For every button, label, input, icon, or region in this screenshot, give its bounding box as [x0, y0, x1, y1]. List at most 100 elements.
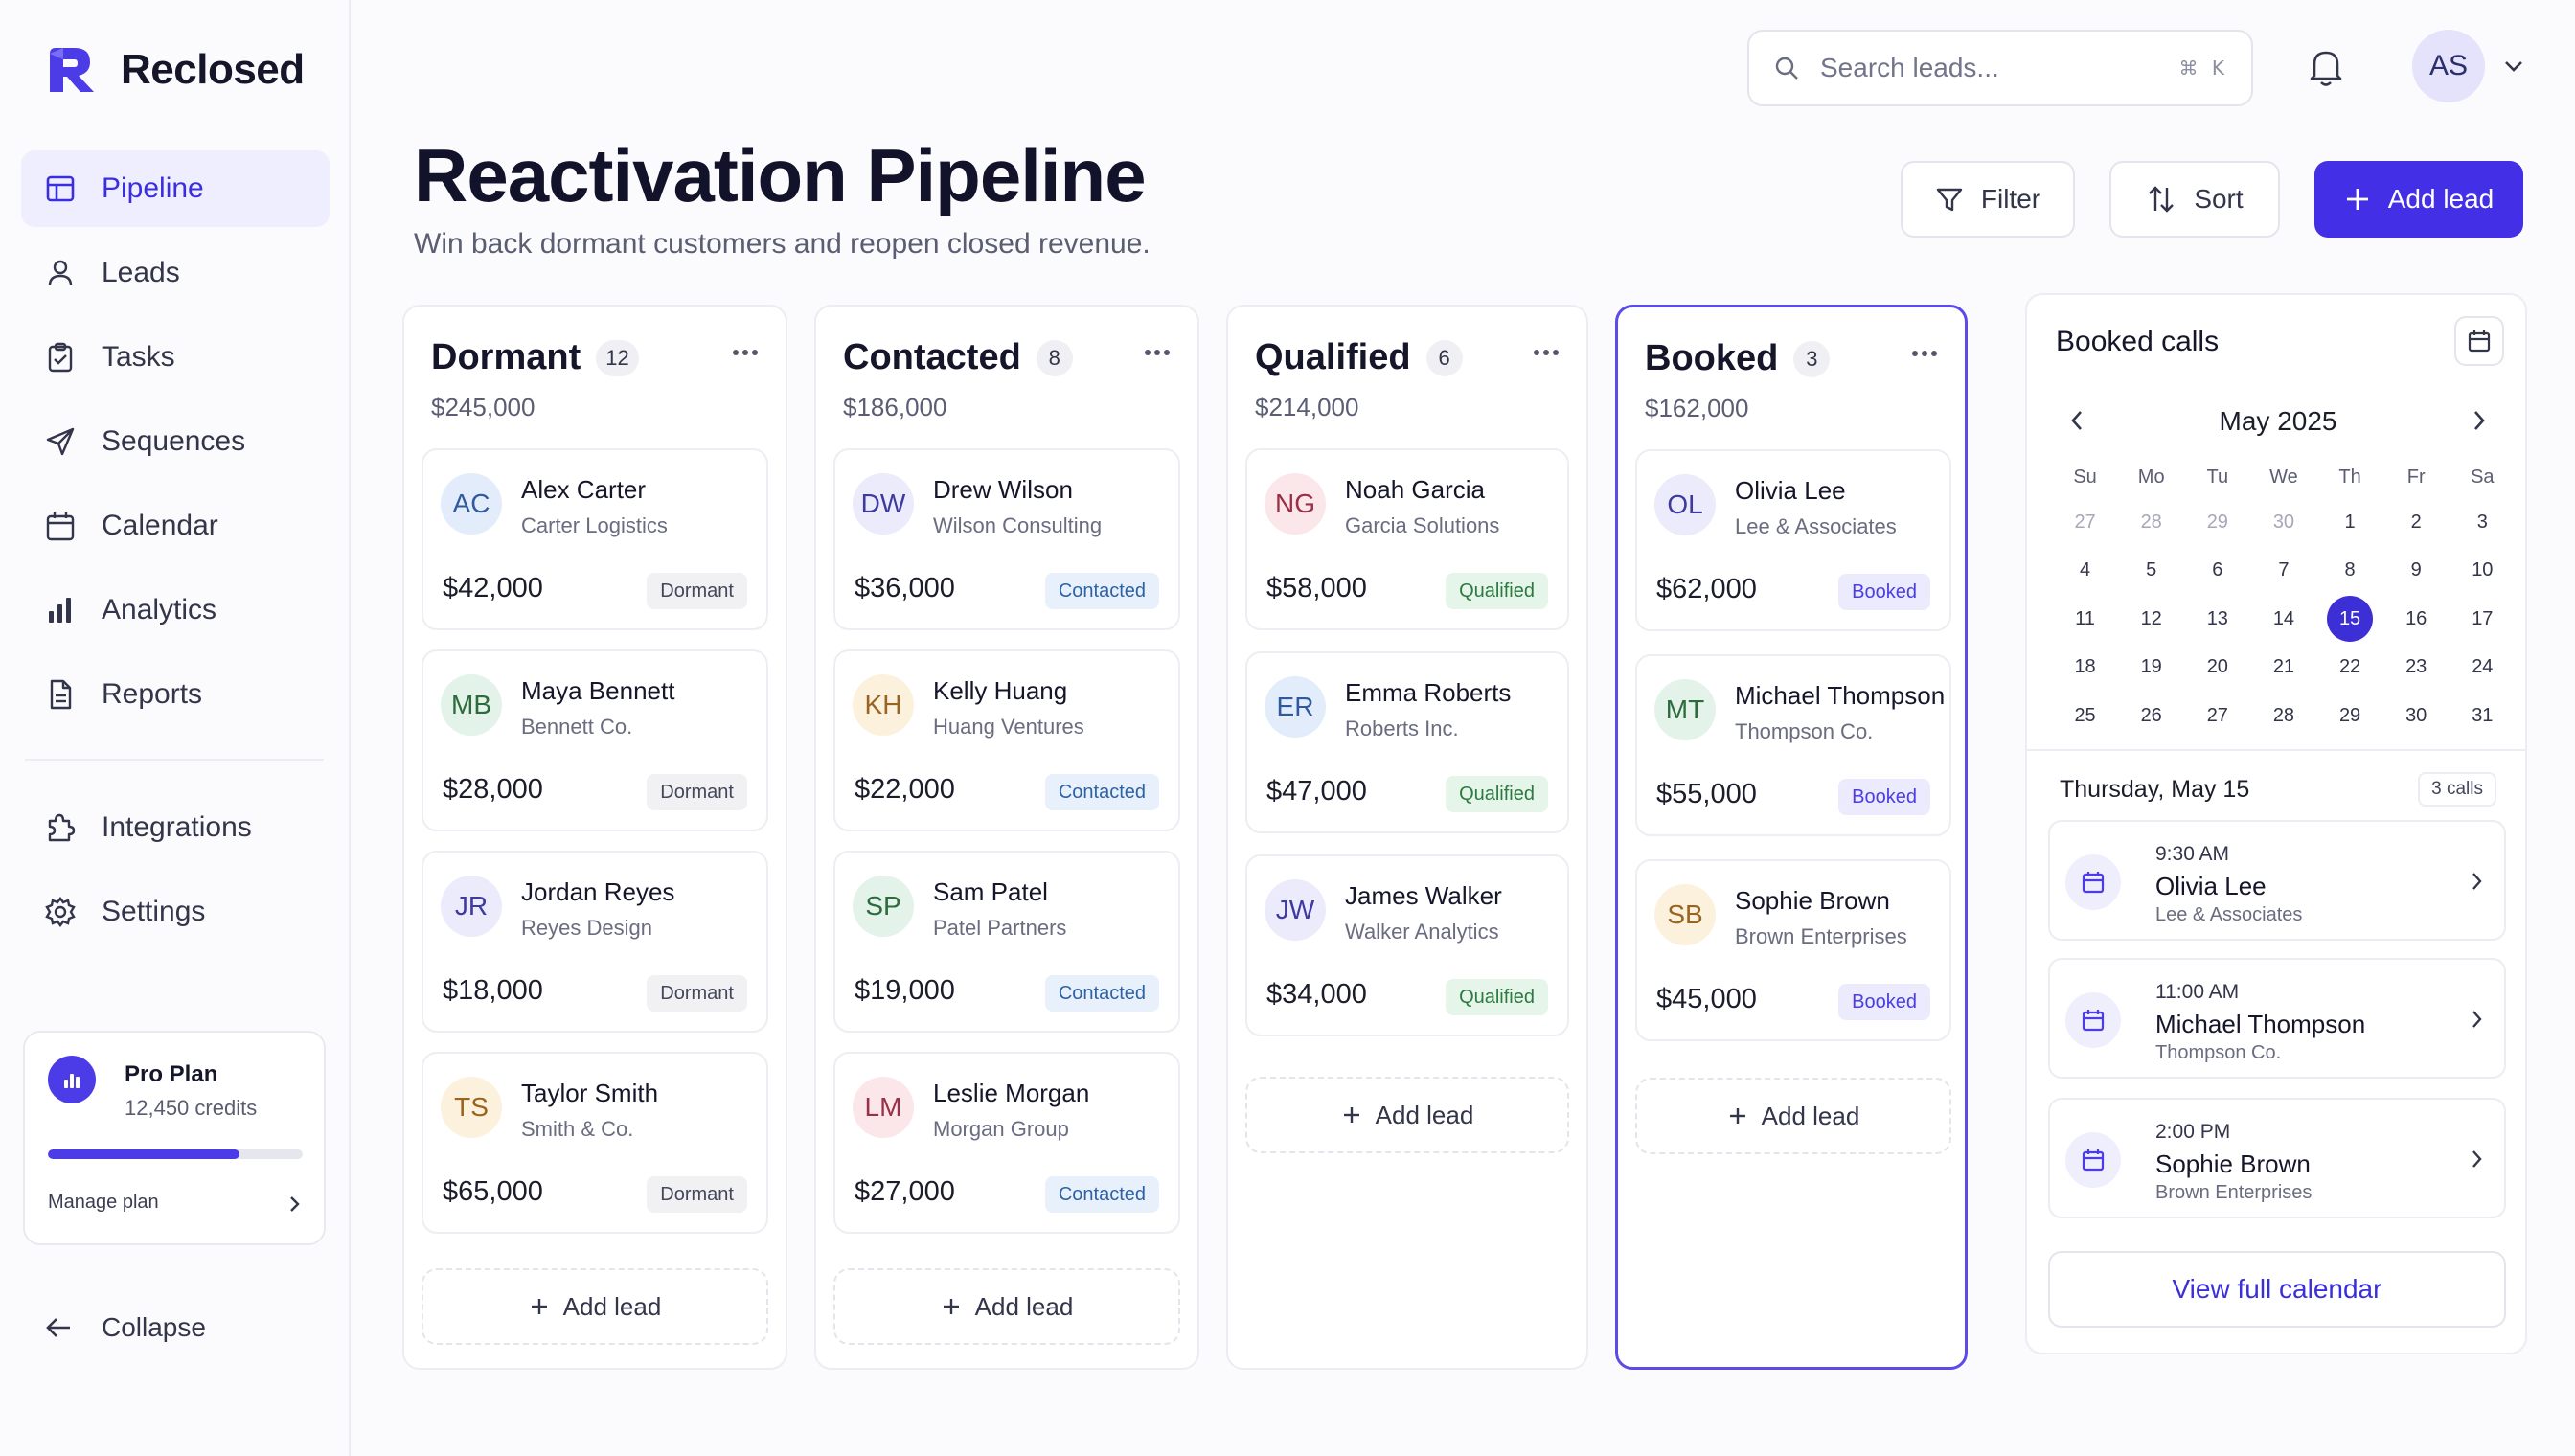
calendar-day-number: 29 [2338, 704, 2361, 726]
booked-call-item[interactable]: 9:30 AM Olivia Lee Lee & Associates [2048, 820, 2506, 941]
nav-item-settings[interactable]: Settings [21, 874, 330, 950]
lead-card[interactable]: MB Maya Bennett Bennett Co. $28,000 Dormant [422, 649, 768, 831]
calendar-day[interactable]: 28 [2250, 692, 2316, 740]
call-company: Brown Enterprises [2155, 1182, 2313, 1203]
lead-card[interactable]: AC Alex Carter Carter Logistics $42,000 Dorm… [422, 448, 768, 630]
nav-item-leads[interactable]: Leads [21, 235, 330, 311]
calendar-day[interactable]: 28 [2118, 498, 2184, 547]
calendar-day[interactable]: 11 [2052, 595, 2118, 644]
search-input[interactable]: Search leads... ⌘ K [1747, 30, 2253, 106]
calendar-day-number: 30 [2405, 704, 2427, 726]
chevron-down-icon[interactable] [2502, 57, 2525, 75]
calendar-day-number: 27 [2206, 704, 2228, 726]
calendar-day[interactable]: 5 [2118, 547, 2184, 596]
lead-company: Reyes Design [521, 916, 652, 940]
search-icon [1772, 54, 1801, 82]
add-lead-button[interactable]: Add lead [422, 1268, 768, 1345]
more-horizontal-icon[interactable] [1911, 350, 1938, 357]
lead-card[interactable]: TS Taylor Smith Smith & Co. $65,000 Dormant [422, 1052, 768, 1234]
lead-card[interactable]: DW Drew Wilson Wilson Consulting $36,000 Con… [833, 448, 1180, 630]
weekday-label: Mo [2137, 466, 2165, 488]
view-full-calendar-button[interactable]: View full calendar [2048, 1251, 2506, 1328]
calendar-day[interactable]: 25 [2052, 692, 2118, 740]
add-lead-button[interactable]: Add lead [1245, 1077, 1569, 1153]
lead-avatar: DW [853, 473, 914, 535]
nav-item-reports[interactable]: Reports [21, 656, 330, 733]
search-placeholder: Search leads... [1820, 53, 1999, 82]
calendar-day[interactable]: 9 [2383, 547, 2450, 596]
chevron-right-icon [2468, 1148, 2485, 1171]
calendar-day[interactable]: 1 [2317, 498, 2383, 547]
calendar-day[interactable]: 23 [2383, 644, 2450, 693]
nav-label: Tasks [102, 341, 175, 373]
calendar-day[interactable]: 10 [2450, 547, 2516, 596]
lead-name: Leslie Morgan [933, 1079, 1090, 1107]
booked-call-item[interactable]: 2:00 PM Sophie Brown Brown Enterprises [2048, 1098, 2506, 1218]
calendar-day[interactable]: 19 [2118, 644, 2184, 693]
more-horizontal-icon[interactable] [1533, 349, 1560, 356]
lead-card[interactable]: SP Sam Patel Patel Partners $19,000 Contacte… [833, 851, 1180, 1033]
lead-card[interactable]: KH Kelly Huang Huang Ventures $22,000 Contac… [833, 649, 1180, 831]
nav-item-sequences[interactable]: Sequences [21, 403, 330, 480]
lead-card[interactable]: NG Noah Garcia Garcia Solutions $58,000 Qual… [1245, 448, 1569, 630]
filter-button[interactable]: Filter [1901, 161, 2075, 238]
calendar-day[interactable]: 6 [2184, 547, 2250, 596]
nav-item-pipeline[interactable]: Pipeline [21, 150, 330, 227]
calendar-day[interactable]: 26 [2118, 692, 2184, 740]
calendar-day[interactable]: 31 [2450, 692, 2516, 740]
chevron-right-icon[interactable] [2470, 408, 2489, 433]
user-avatar[interactable]: AS [2412, 30, 2485, 102]
plus-icon [2344, 186, 2371, 213]
sort-button[interactable]: Sort [2109, 161, 2280, 238]
brand[interactable]: Reclosed [46, 46, 305, 94]
nav-item-integrations[interactable]: Integrations [21, 789, 330, 866]
more-horizontal-icon[interactable] [732, 349, 759, 356]
add-lead-button[interactable]: Add lead [1635, 1078, 1951, 1154]
calendar-button[interactable] [2454, 316, 2504, 366]
nav-item-analytics[interactable]: Analytics [21, 572, 330, 648]
calendar-day[interactable]: 27 [2184, 692, 2250, 740]
nav-item-tasks[interactable]: Tasks [21, 319, 330, 396]
lead-card[interactable]: JW James Walker Walker Analytics $34,000 Qua… [1245, 854, 1569, 1036]
lead-card[interactable]: JR Jordan Reyes Reyes Design $18,000 Dormant [422, 851, 768, 1033]
add-lead-button[interactable]: Add lead [833, 1268, 1180, 1345]
nav-item-calendar[interactable]: Calendar [21, 488, 330, 564]
calendar-day[interactable]: 20 [2184, 644, 2250, 693]
manage-plan-link[interactable]: Manage plan [48, 1192, 159, 1214]
calendar-day[interactable]: 29 [2317, 692, 2383, 740]
calendar-day[interactable]: 14 [2250, 595, 2316, 644]
calendar-day[interactable]: 30 [2383, 692, 2450, 740]
chevron-right-icon[interactable] [285, 1194, 303, 1215]
calendar-day[interactable]: 7 [2250, 547, 2316, 596]
more-horizontal-icon[interactable] [1144, 349, 1171, 356]
calendar-day[interactable]: 27 [2052, 498, 2118, 547]
lead-card[interactable]: SB Sophie Brown Brown Enterprises $45,000 Bo… [1635, 859, 1951, 1041]
calendar-day[interactable]: 30 [2250, 498, 2316, 547]
calendar-day[interactable]: 24 [2450, 644, 2516, 693]
lead-card[interactable]: ER Emma Roberts Roberts Inc. $47,000 Qualifi… [1245, 651, 1569, 833]
lead-card[interactable]: MT Michael Thompson Thompson Co. $55,000 Boo… [1635, 654, 1951, 836]
calendar-day[interactable]: 29 [2184, 498, 2250, 547]
calendar-day[interactable]: 3 [2450, 498, 2516, 547]
calendar-day[interactable]: 4 [2052, 547, 2118, 596]
column-count-badge: 8 [1036, 339, 1073, 376]
layout-icon [44, 172, 77, 205]
lead-amount: $18,000 [443, 975, 543, 1006]
add-lead-button[interactable]: Add lead [2314, 161, 2523, 238]
calendar-day[interactable]: 17 [2450, 595, 2516, 644]
calendar-day[interactable]: 18 [2052, 644, 2118, 693]
calendar-day[interactable]: 2 [2383, 498, 2450, 547]
lead-card[interactable]: OL Olivia Lee Lee & Associates $62,000 Booke… [1635, 449, 1951, 631]
notification-bell-icon[interactable] [2307, 46, 2345, 88]
plan-name: Pro Plan [125, 1061, 218, 1087]
calendar-day[interactable]: 16 [2383, 595, 2450, 644]
lead-card[interactable]: LM Leslie Morgan Morgan Group $27,000 Contac… [833, 1052, 1180, 1234]
calendar-day[interactable]: 22 [2317, 644, 2383, 693]
calendar-day[interactable]: 12 [2118, 595, 2184, 644]
calendar-day-selected[interactable]: 15 [2317, 595, 2383, 644]
calendar-day[interactable]: 13 [2184, 595, 2250, 644]
booked-call-item[interactable]: 11:00 AM Michael Thompson Thompson Co. [2048, 958, 2506, 1079]
calendar-day[interactable]: 8 [2317, 547, 2383, 596]
calendar-day[interactable]: 21 [2250, 644, 2316, 693]
collapse-button[interactable]: Collapse [44, 1312, 206, 1343]
